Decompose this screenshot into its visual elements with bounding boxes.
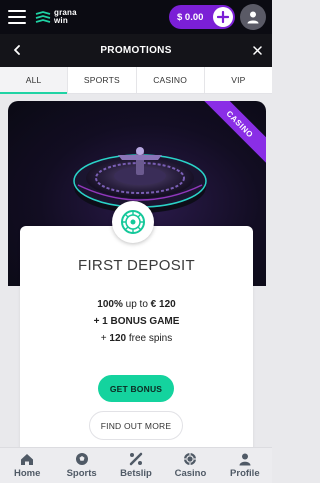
nav-sports[interactable]: Sports	[54, 448, 108, 483]
roulette-badge-icon	[112, 201, 154, 243]
nav-home[interactable]: Home	[0, 448, 54, 483]
nav-profile-label: Profile	[230, 468, 260, 479]
promo-card: CASINO FIRST DEPOSIT 100% up to € 120 + …	[8, 101, 266, 447]
home-icon	[21, 453, 34, 465]
promo-title: FIRST DEPOSIT	[78, 257, 195, 274]
promo-tabs: ALL SPORTS CASINO VIP	[0, 67, 272, 94]
nav-sports-label: Sports	[66, 468, 97, 479]
tab-all[interactable]: ALL	[0, 67, 69, 94]
menu-icon[interactable]	[8, 10, 26, 24]
promo-spins-label: free spins	[126, 333, 173, 344]
nav-betslip-label: Betslip	[120, 468, 152, 479]
balance-button[interactable]: $ 0.00	[169, 5, 235, 29]
promo-line-3: + 120 free spins	[20, 333, 253, 344]
logo[interactable]: grana win	[35, 9, 77, 25]
nav-home-label: Home	[14, 467, 41, 479]
casino-chip-icon	[184, 453, 197, 465]
back-chevron-icon[interactable]	[10, 43, 24, 57]
get-bonus-button[interactable]: GET BONUS	[98, 375, 174, 402]
find-out-more-button[interactable]: FIND OUT MORE	[89, 411, 183, 440]
account-avatar[interactable]	[240, 4, 266, 30]
tab-sports[interactable]: SPORTS	[68, 67, 137, 93]
close-icon[interactable]	[250, 43, 264, 57]
promo-percent: 100%	[97, 299, 123, 310]
bottom-navigation: Home Sports Betslip Casino Profile	[0, 447, 272, 483]
betslip-icon	[129, 452, 143, 466]
profile-icon	[239, 453, 251, 466]
logo-text-line2: win	[54, 16, 68, 25]
user-icon	[247, 11, 259, 24]
top-header: grana win $ 0.00	[0, 0, 272, 34]
page-title: PROMOTIONS	[100, 45, 172, 56]
promo-upto: up to	[122, 299, 151, 310]
promo-amount: € 120	[150, 299, 176, 310]
nav-casino-label: Casino	[174, 468, 207, 479]
promo-info-panel: FIRST DEPOSIT 100% up to € 120 + 1 BONUS…	[20, 226, 253, 447]
logo-mark-icon	[35, 11, 51, 23]
promo-spins-count: 120	[109, 333, 127, 344]
nav-casino[interactable]: Casino	[163, 448, 217, 483]
promo-line-1: 100% up to € 120	[20, 299, 253, 310]
ribbon-label: CASINO	[224, 108, 256, 140]
soccer-ball-icon	[75, 453, 88, 465]
promotions-bar: PROMOTIONS	[0, 34, 272, 67]
nav-profile[interactable]: Profile	[218, 448, 272, 483]
nav-betslip[interactable]: Betslip	[109, 448, 163, 483]
deposit-plus-icon[interactable]	[213, 7, 233, 27]
tab-vip[interactable]: VIP	[205, 67, 272, 93]
balance-amount: $ 0.00	[177, 11, 204, 23]
tab-casino[interactable]: CASINO	[137, 67, 205, 93]
promo-line-2: + 1 BONUS GAME	[93, 316, 180, 327]
